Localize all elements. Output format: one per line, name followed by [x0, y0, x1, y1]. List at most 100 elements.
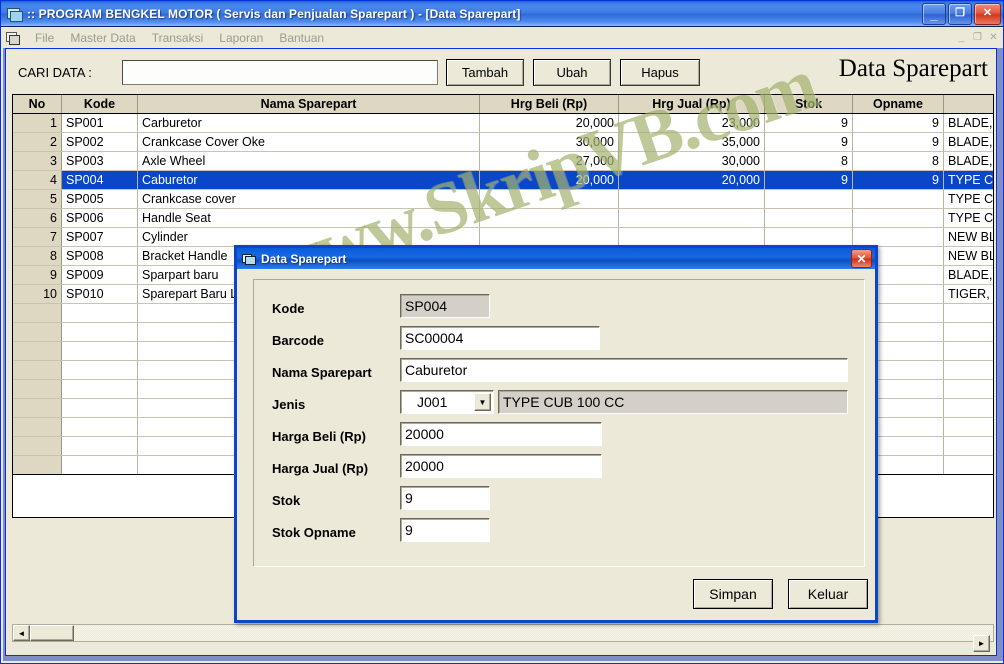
- cell-empty[interactable]: [13, 379, 62, 399]
- cell-empty[interactable]: [61, 455, 138, 475]
- cell-hrg-jual[interactable]: 20,000: [618, 170, 765, 190]
- menu-item-master-data[interactable]: Master Data: [62, 29, 143, 47]
- cell-empty[interactable]: [943, 360, 993, 380]
- hapus-button[interactable]: Hapus: [620, 59, 700, 86]
- dialog-close-icon[interactable]: ✕: [851, 249, 872, 268]
- horizontal-scroll-thumb[interactable]: [30, 625, 74, 641]
- simpan-button[interactable]: Simpan: [693, 579, 773, 609]
- menu-item-file[interactable]: File: [27, 29, 62, 47]
- cell-empty[interactable]: [943, 303, 993, 323]
- cell-no[interactable]: 3: [13, 151, 62, 171]
- cell-nama-jenis[interactable]: TYPE CUB 100 CC: [943, 170, 993, 190]
- cell-hrg-jual[interactable]: [618, 189, 765, 209]
- keluar-button[interactable]: Keluar: [788, 579, 868, 609]
- cell-opname[interactable]: 9: [852, 132, 944, 152]
- cell-nama-jenis[interactable]: BLADE, REVO 110: [943, 132, 993, 152]
- cell-empty[interactable]: [13, 322, 62, 342]
- cell-empty[interactable]: [61, 322, 138, 342]
- jenis-combobox[interactable]: J001 ▼: [400, 390, 494, 414]
- search-input[interactable]: [122, 60, 438, 85]
- cell-nama[interactable]: Carburetor: [137, 113, 480, 133]
- cell-opname[interactable]: 9: [852, 170, 944, 190]
- column-header-stok[interactable]: Stok: [764, 95, 853, 114]
- maximize-button[interactable]: ❐: [948, 2, 972, 25]
- cell-hrg-jual[interactable]: 23,000: [618, 113, 765, 133]
- cell-kode[interactable]: SP003: [61, 151, 138, 171]
- ubah-button[interactable]: Ubah: [533, 59, 611, 86]
- table-row[interactable]: 2 SP002 Crankcase Cover Oke 30,000 35,000 9 9 B…: [13, 132, 993, 152]
- table-row[interactable]: 3SP003Axle Wheel27,00030,00088BLADE, REV…: [13, 151, 993, 171]
- cell-stok[interactable]: [764, 189, 853, 209]
- column-header-hrg-jual[interactable]: Hrg Jual (Rp): [618, 95, 765, 114]
- dialog-titlebar[interactable]: Data Sparepart ✕: [237, 248, 875, 269]
- cell-hrg-beli[interactable]: 27,000: [479, 151, 619, 171]
- cell-empty[interactable]: [943, 417, 993, 437]
- mdi-child-icon[interactable]: [4, 29, 22, 46]
- cell-empty[interactable]: [13, 360, 62, 380]
- cell-no[interactable]: 2: [13, 132, 62, 152]
- cell-empty[interactable]: [61, 303, 138, 323]
- cell-hrg-jual[interactable]: 30,000: [618, 151, 765, 171]
- column-header-hrg-beli[interactable]: Hrg Beli (Rp): [479, 95, 619, 114]
- cell-empty[interactable]: [13, 341, 62, 361]
- cell-opname[interactable]: [852, 227, 944, 247]
- cell-hrg-beli[interactable]: [479, 227, 619, 247]
- cell-nama-jenis[interactable]: TYPE CUB 100 CC: [943, 208, 993, 228]
- cell-empty[interactable]: [943, 436, 993, 456]
- menu-item-laporan[interactable]: Laporan: [211, 29, 271, 47]
- scroll-left-button[interactable]: ◄: [13, 625, 30, 641]
- close-button[interactable]: ✕: [974, 2, 1001, 25]
- cell-hrg-jual[interactable]: [618, 227, 765, 247]
- tambah-button[interactable]: Tambah: [446, 59, 524, 86]
- cell-hrg-jual[interactable]: 35,000: [618, 132, 765, 152]
- scroll-right-button[interactable]: ►: [973, 635, 990, 652]
- mdi-close-button[interactable]: ✕: [986, 31, 1001, 45]
- cell-nama[interactable]: Axle Wheel: [137, 151, 480, 171]
- cell-empty[interactable]: [943, 455, 993, 475]
- table-row[interactable]: 6SP006Handle Seat TYPE CUB 100 CC: [13, 208, 993, 228]
- cell-nama-jenis[interactable]: TYPE CUB 100 CC: [943, 189, 993, 209]
- cell-kode[interactable]: SP005: [61, 189, 138, 209]
- cell-empty[interactable]: [61, 436, 138, 456]
- cell-nama[interactable]: Crankcase Cover Oke: [137, 132, 480, 152]
- cell-nama-jenis[interactable]: NEW BLADE, SUPR: [943, 227, 993, 247]
- cell-stok[interactable]: [764, 227, 853, 247]
- cell-empty[interactable]: [61, 417, 138, 437]
- cell-empty[interactable]: [13, 303, 62, 323]
- column-header-nama-jenis[interactable]: Nama Jenis: [943, 95, 993, 114]
- cell-opname[interactable]: 9: [852, 113, 944, 133]
- chevron-down-icon[interactable]: ▼: [474, 393, 491, 411]
- cell-nama-jenis[interactable]: BLADE, REVO 110: [943, 265, 993, 285]
- table-row[interactable]: 1SP001Carburetor20,00023,00099BLADE, REV…: [13, 113, 993, 133]
- harga-jual-input[interactable]: 20000: [400, 454, 602, 478]
- cell-empty[interactable]: [61, 360, 138, 380]
- column-header-nama[interactable]: Nama Sparepart: [137, 95, 480, 114]
- mdi-restore-button[interactable]: ❐: [970, 31, 985, 45]
- cell-no[interactable]: 8: [13, 246, 62, 266]
- table-row[interactable]: 7SP007Cylinder NEW BLADE, SUPR: [13, 227, 993, 247]
- cell-nama-jenis[interactable]: TIGER, SONIC: [943, 284, 993, 304]
- table-row[interactable]: 4SP004Caburetor20,00020,00099TYPE CUB 10…: [13, 170, 993, 190]
- minimize-button[interactable]: _: [922, 2, 946, 25]
- harga-beli-input[interactable]: 20000: [400, 422, 602, 446]
- cell-nama-jenis[interactable]: NEW BLADE, SUPR: [943, 246, 993, 266]
- cell-empty[interactable]: [13, 436, 62, 456]
- cell-nama[interactable]: Handle Seat: [137, 208, 480, 228]
- cell-kode[interactable]: SP001: [61, 113, 138, 133]
- column-header-no[interactable]: No: [13, 95, 62, 114]
- cell-no[interactable]: 6: [13, 208, 62, 228]
- cell-nama[interactable]: Cylinder: [137, 227, 480, 247]
- cell-empty[interactable]: [13, 398, 62, 418]
- cell-empty[interactable]: [61, 379, 138, 399]
- cell-no[interactable]: 9: [13, 265, 62, 285]
- cell-stok[interactable]: 9: [764, 132, 853, 152]
- cell-kode[interactable]: SP010: [61, 284, 138, 304]
- cell-empty[interactable]: [943, 341, 993, 361]
- cell-stok[interactable]: 9: [764, 113, 853, 133]
- cell-nama[interactable]: Caburetor: [137, 170, 480, 190]
- cell-opname[interactable]: [852, 189, 944, 209]
- column-header-kode[interactable]: Kode: [61, 95, 138, 114]
- stok-input[interactable]: 9: [400, 486, 490, 510]
- cell-empty[interactable]: [13, 455, 62, 475]
- horizontal-scrollbar[interactable]: ◄: [12, 624, 994, 642]
